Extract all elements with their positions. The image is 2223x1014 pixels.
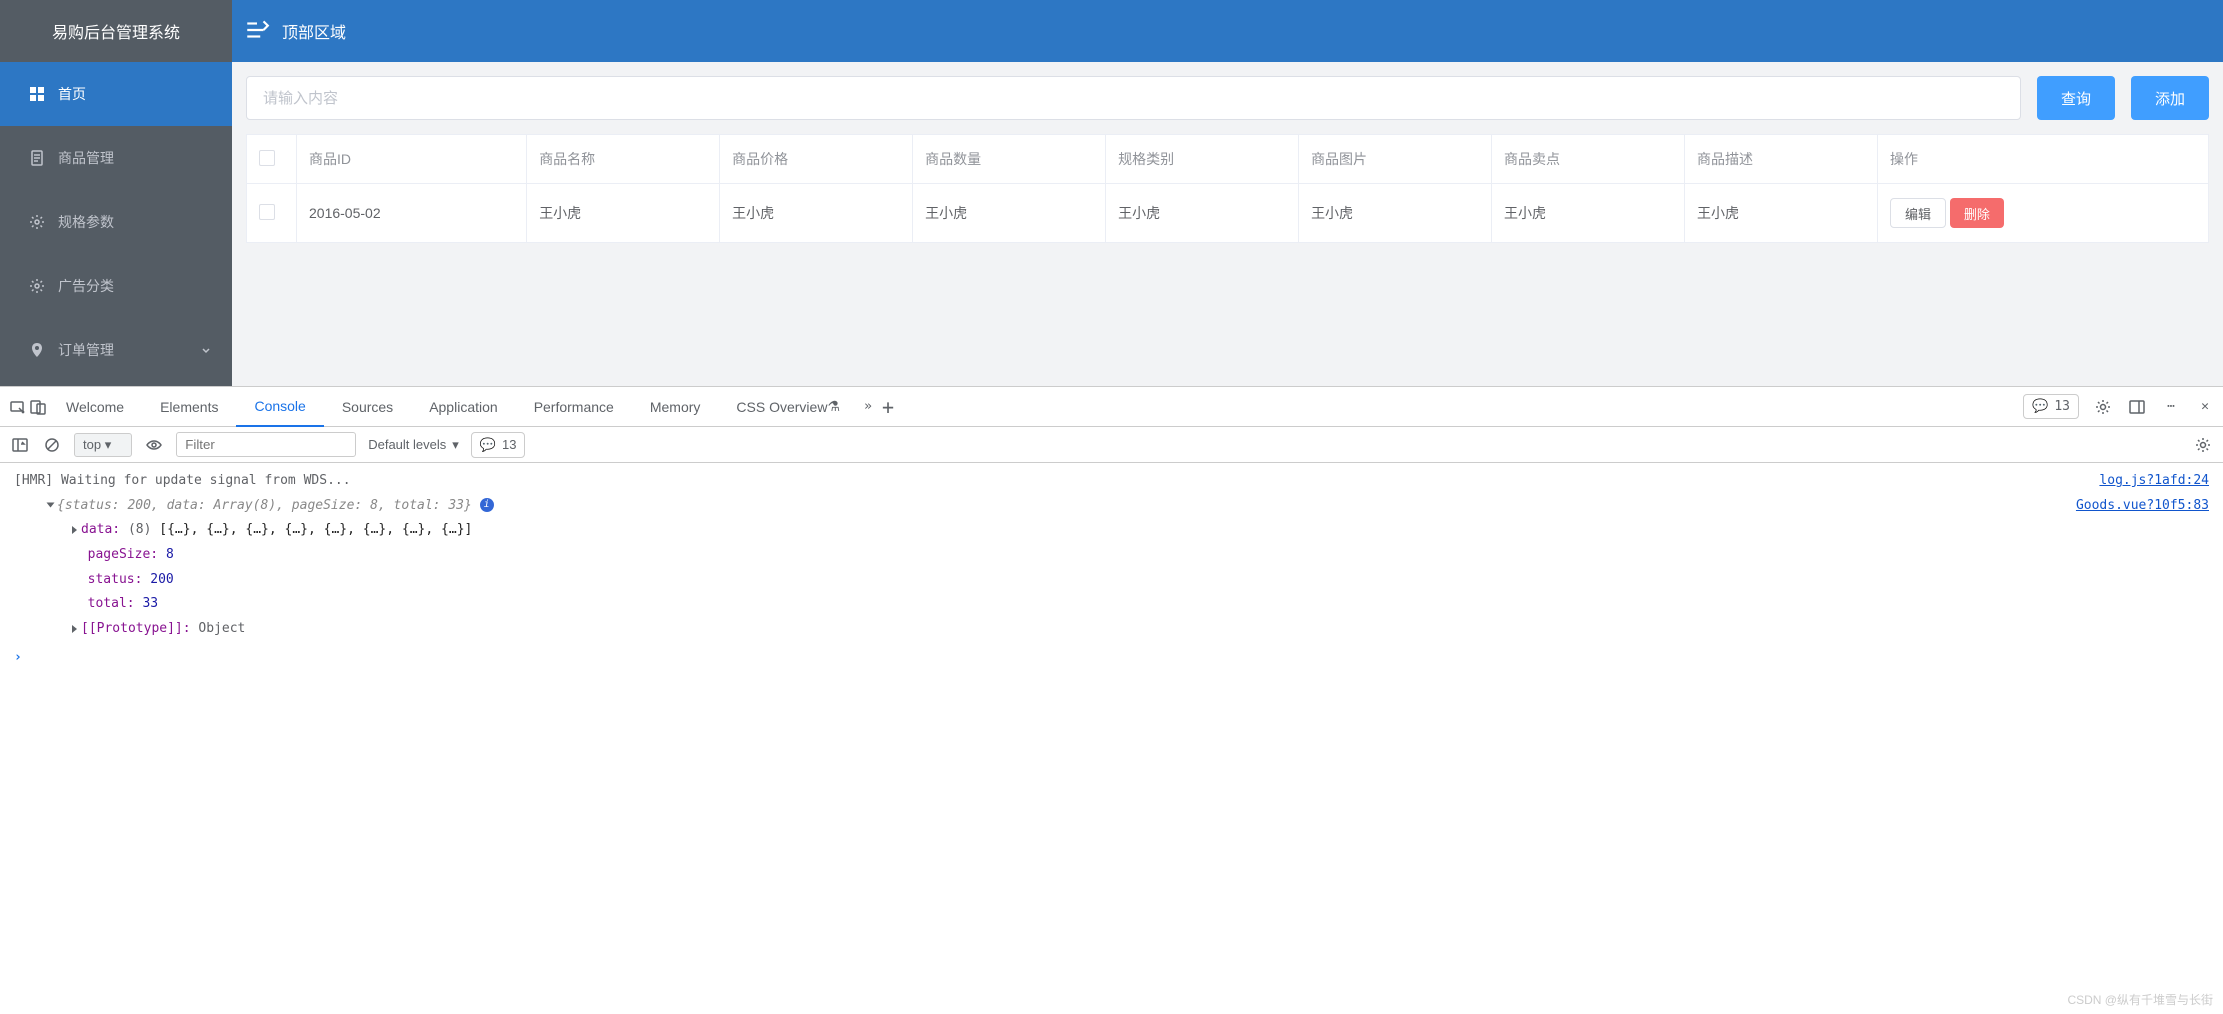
tab-welcome[interactable]: Welcome [48,387,142,427]
source-link[interactable]: log.js?1afd:24 [2099,469,2209,494]
document-icon [28,149,46,167]
th-id: 商品ID [297,135,527,184]
filter-input[interactable] [176,432,356,457]
sidebar-item-label: 订单管理 [58,340,114,360]
cell-qty: 王小虎 [913,184,1106,243]
sidebar-item-label: 规格参数 [58,212,114,232]
th-name: 商品名称 [527,135,720,184]
th-ops: 操作 [1877,135,2208,184]
context-select[interactable]: top ▾ [74,433,132,457]
th-spec: 规格类别 [1106,135,1299,184]
sidebar-item-spec[interactable]: 规格参数 [0,190,232,254]
plus-icon[interactable]: + [878,397,898,417]
gear-icon [28,277,46,295]
issues-count[interactable]: 💬13 [471,432,526,458]
checkbox-row[interactable] [259,204,275,220]
flask-icon: ⚗ [827,398,840,415]
sidebar: 易购后台管理系统 首页 商品管理 规格参数 广告分类 订单管理 [0,0,232,386]
console-settings-icon[interactable] [2193,435,2213,455]
inspect-icon[interactable] [8,397,28,417]
info-icon[interactable]: i [480,498,494,512]
sidebar-item-order[interactable]: 订单管理 [0,318,232,382]
expand-icon[interactable] [72,625,77,633]
cell-sell: 王小虎 [1492,184,1685,243]
console-output: [HMR] Waiting for update signal from WDS… [0,463,2223,648]
chevron-down-icon [200,344,212,356]
topbar: 顶部区域 [232,0,2223,62]
expand-icon[interactable] [72,526,77,534]
expand-icon[interactable] [47,503,55,508]
sidebar-item-label: 广告分类 [58,276,114,296]
console-sidebar-icon[interactable] [10,435,30,455]
console-line: [HMR] Waiting for update signal from WDS… [14,473,351,488]
sidebar-item-goods[interactable]: 商品管理 [0,126,232,190]
levels-select[interactable]: Default levels ▾ [368,437,459,453]
tab-cssoverview[interactable]: CSS Overview ⚗ [718,387,858,427]
close-icon[interactable]: ✕ [2195,397,2215,417]
clear-console-icon[interactable] [42,435,62,455]
source-link[interactable]: Goods.vue?10f5:83 [2076,494,2209,519]
query-button[interactable]: 查询 [2037,76,2115,120]
more-tabs-icon[interactable]: » [858,397,878,417]
sidebar-item-label: 商品管理 [58,148,114,168]
hamburger-icon[interactable] [244,17,272,45]
grid-icon [28,85,46,103]
sidebar-item-ad[interactable]: 广告分类 [0,254,232,318]
tab-elements[interactable]: Elements [142,387,236,427]
kebab-icon[interactable]: ⋯ [2161,397,2181,417]
tab-performance[interactable]: Performance [516,387,632,427]
devtools-panel: Welcome Elements Console Sources Applica… [0,386,2223,667]
object-summary[interactable]: {status: 200, data: Array(8), pageSize: … [57,498,472,513]
console-prompt[interactable]: › [0,648,2223,667]
tab-console[interactable]: Console [236,387,323,427]
th-img: 商品图片 [1299,135,1492,184]
tab-sources[interactable]: Sources [324,387,411,427]
cell-img: 王小虎 [1299,184,1492,243]
eye-icon[interactable] [144,435,164,455]
dock-icon[interactable] [2127,397,2147,417]
cell-name: 王小虎 [527,184,720,243]
add-button[interactable]: 添加 [2131,76,2209,120]
checkbox-all[interactable] [259,150,275,166]
search-input[interactable] [246,76,2021,120]
th-sell: 商品卖点 [1492,135,1685,184]
th-price: 商品价格 [720,135,913,184]
sidebar-title: 易购后台管理系统 [0,0,232,62]
tab-application[interactable]: Application [411,387,516,427]
cell-price: 王小虎 [720,184,913,243]
cell-id: 2016-05-02 [297,184,527,243]
cell-spec: 王小虎 [1106,184,1299,243]
sidebar-item-home[interactable]: 首页 [0,62,232,126]
edit-button[interactable]: 编辑 [1890,198,1946,228]
th-qty: 商品数量 [913,135,1106,184]
cell-desc: 王小虎 [1685,184,1878,243]
location-icon [28,341,46,359]
device-icon[interactable] [28,397,48,417]
gear-icon[interactable] [2093,397,2113,417]
gear-icon [28,213,46,231]
watermark: CSDN @纵有千堆雪与长街 [2067,991,2213,1008]
delete-button[interactable]: 删除 [1950,198,2004,228]
table-row: 2016-05-02 王小虎 王小虎 王小虎 王小虎 王小虎 王小虎 王小虎 编… [247,184,2209,243]
topbar-title: 顶部区域 [282,19,346,43]
tab-memory[interactable]: Memory [632,387,719,427]
goods-table: 商品ID 商品名称 商品价格 商品数量 规格类别 商品图片 商品卖点 商品描述 … [246,134,2209,243]
sidebar-item-label: 首页 [58,84,86,104]
th-desc: 商品描述 [1685,135,1878,184]
issues-badge[interactable]: 💬13 [2023,394,2079,419]
